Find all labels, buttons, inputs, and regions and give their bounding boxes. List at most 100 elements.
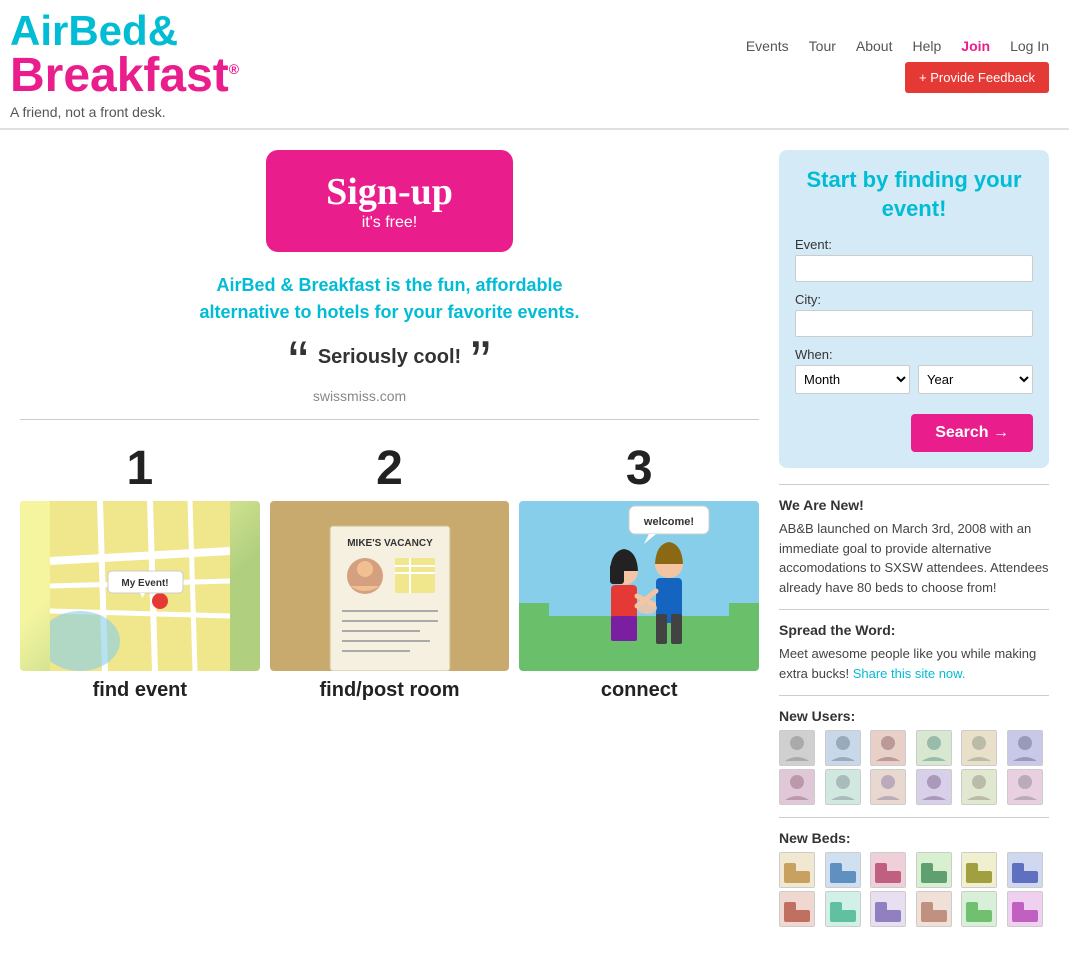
divider (20, 419, 759, 420)
city-form-group: City: (795, 292, 1033, 337)
quote-text: Seriously cool! (318, 346, 461, 368)
signup-title: Sign-up (326, 170, 453, 214)
city-input[interactable] (795, 310, 1033, 337)
find-event-title: Start by finding your event! (795, 166, 1033, 223)
user-thumb-3[interactable] (870, 730, 906, 766)
step-2-number: 2 (270, 445, 510, 493)
signup-box[interactable]: Sign-up it's free! (266, 150, 513, 252)
step-1-image: My Event! (20, 501, 260, 671)
step-2-label: find/post room (270, 679, 510, 702)
step-1-number: 1 (20, 445, 260, 493)
step-2-image: MIKE'S VACANCY (270, 501, 510, 671)
left-content: Sign-up it's free! AirBed & Breakfast is… (20, 150, 759, 939)
nav-help[interactable]: Help (912, 38, 941, 54)
new-users-grid (779, 730, 1049, 805)
new-users-section: New Users: (779, 695, 1049, 817)
header: AirBed& Breakfast® A friend, not a front… (0, 0, 1069, 130)
logo-text: AirBed& Breakfast® (10, 10, 239, 100)
bed-thumb-3[interactable] (870, 852, 906, 888)
user-thumb-9[interactable] (870, 769, 906, 805)
nav-tour[interactable]: Tour (809, 38, 836, 54)
city-label: City: (795, 292, 1033, 307)
bed-thumb-2[interactable] (825, 852, 861, 888)
search-button[interactable]: Search → (911, 414, 1033, 452)
user-thumb-11[interactable] (961, 769, 997, 805)
svg-text:My Event!: My Event! (121, 578, 168, 589)
event-form-group: Event: (795, 237, 1033, 282)
step-1-label: find event (20, 679, 260, 702)
close-quote-icon: ” (471, 329, 491, 396)
nav-login[interactable]: Log In (1010, 38, 1049, 54)
user-thumb-6[interactable] (1007, 730, 1043, 766)
month-select[interactable]: Month JanFebMar AprMayJun JulAugSep OctN… (795, 365, 910, 394)
new-beds-grid (779, 852, 1049, 927)
spread-text: Meet awesome people like you while makin… (779, 644, 1049, 683)
logo-area: AirBed& Breakfast® A friend, not a front… (10, 10, 239, 128)
bed-thumb-11[interactable] (961, 891, 997, 927)
user-thumb-2[interactable] (825, 730, 861, 766)
new-beds-section: New Beds: (779, 817, 1049, 939)
spread-link[interactable]: Share this site now. (853, 666, 966, 681)
find-event-box: Start by finding your event! Event: City… (779, 150, 1049, 468)
steps-section: 1 (20, 445, 759, 702)
feedback-button[interactable]: + Provide Feedback (905, 62, 1049, 93)
logo-airbed: AirBed& (10, 7, 178, 54)
when-form-group: When: Month JanFebMar AprMayJun JulAugSe… (795, 347, 1033, 394)
nav-join[interactable]: Join (961, 38, 990, 54)
signup-subtitle: it's free! (326, 214, 453, 232)
year-select[interactable]: Year 2008 2009 (918, 365, 1033, 394)
spread-title: Spread the Word: (779, 622, 1049, 638)
event-input[interactable] (795, 255, 1033, 282)
user-thumb-7[interactable] (779, 769, 815, 805)
step-1: 1 (20, 445, 260, 702)
step-3-number: 3 (519, 445, 759, 493)
map-graphic: My Event! (20, 501, 260, 671)
bed-thumb-12[interactable] (1007, 891, 1043, 927)
bed-thumb-1[interactable] (779, 852, 815, 888)
svg-text:welcome!: welcome! (643, 516, 694, 528)
step-2: 2 MIKE'S VACANCY (270, 445, 510, 702)
step-3-label: connect (519, 679, 759, 702)
nav-links: Events Tour About Help Join Log In (746, 38, 1049, 54)
nav-events[interactable]: Events (746, 38, 789, 54)
open-quote-icon: “ (288, 329, 308, 396)
tagline: A friend, not a front desk. (10, 104, 239, 128)
bed-thumb-9[interactable] (870, 891, 906, 927)
when-row: Month JanFebMar AprMayJun JulAugSep OctN… (795, 365, 1033, 394)
user-thumb-8[interactable] (825, 769, 861, 805)
user-thumb-1[interactable] (779, 730, 815, 766)
new-beds-title: New Beds: (779, 830, 1049, 846)
we-are-new-text: AB&B launched on March 3rd, 2008 with an… (779, 519, 1049, 597)
main-tagline: AirBed & Breakfast is the fun, affordabl… (190, 272, 590, 326)
search-row: Search → (795, 404, 1033, 452)
connect-graphic: welcome! (519, 501, 759, 671)
quote-source: swissmiss.com (313, 388, 406, 404)
bed-thumb-10[interactable] (916, 891, 952, 927)
we-are-new-section: We Are New! AB&B launched on March 3rd, … (779, 484, 1049, 609)
nav-area: Events Tour About Help Join Log In + Pro… (746, 38, 1049, 101)
user-thumb-12[interactable] (1007, 769, 1043, 805)
user-thumb-5[interactable] (961, 730, 997, 766)
new-users-title: New Users: (779, 708, 1049, 724)
vacancy-graphic: MIKE'S VACANCY (270, 501, 510, 671)
nav-about[interactable]: About (856, 38, 893, 54)
bed-thumb-4[interactable] (916, 852, 952, 888)
main-content: Sign-up it's free! AirBed & Breakfast is… (0, 130, 1069, 959)
bed-thumb-6[interactable] (1007, 852, 1043, 888)
user-thumb-10[interactable] (916, 769, 952, 805)
we-are-new-title: We Are New! (779, 497, 1049, 513)
user-thumb-4[interactable] (916, 730, 952, 766)
svg-text:MIKE'S VACANCY: MIKE'S VACANCY (347, 538, 433, 549)
bed-thumb-8[interactable] (825, 891, 861, 927)
right-sidebar: Start by finding your event! Event: City… (779, 150, 1049, 939)
event-label: Event: (795, 237, 1033, 252)
spread-section: Spread the Word: Meet awesome people lik… (779, 609, 1049, 695)
bed-thumb-7[interactable] (779, 891, 815, 927)
bed-thumb-5[interactable] (961, 852, 997, 888)
step-3: 3 welcome! (519, 445, 759, 702)
step-3-image: welcome! (519, 501, 759, 671)
quote-section: “ Seriously cool! ” (288, 346, 490, 378)
logo-registered: ® (229, 61, 239, 77)
when-label: When: (795, 347, 1033, 362)
logo-breakfast: Breakfast® (10, 49, 239, 102)
